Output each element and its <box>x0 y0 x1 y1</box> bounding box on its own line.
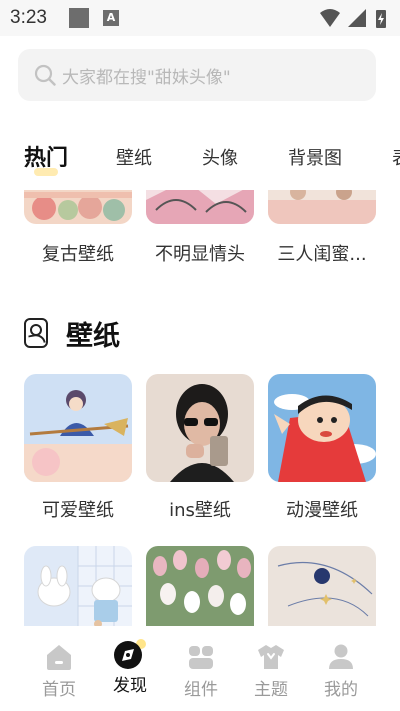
status-indicators <box>320 9 386 28</box>
profile-icon <box>329 644 353 669</box>
card-image-ins[interactable] <box>146 374 254 482</box>
widgets-icon <box>189 646 213 669</box>
tab-background[interactable]: 背景图 <box>288 144 342 170</box>
search-icon <box>34 64 56 86</box>
card-label: ins壁纸 <box>169 500 231 521</box>
card-label: 三人闺蜜... <box>277 244 367 265</box>
card-image-bestie[interactable] <box>268 190 376 224</box>
card-label: 可爱壁纸 <box>42 500 114 521</box>
wallpaper-icon <box>24 318 48 348</box>
status-bar: 3:23 A <box>0 0 400 36</box>
card-label: 不明显情头 <box>155 244 245 265</box>
signal-icon <box>348 9 366 27</box>
bottom-nav: 首页 发现 组件 主题 我的 <box>0 628 400 711</box>
nav-label: 组件 <box>184 680 218 700</box>
card-image-tulips[interactable] <box>146 546 254 626</box>
tab-more[interactable]: 表 <box>392 144 400 170</box>
section-title: 壁纸 <box>66 321 120 352</box>
card-image-retro[interactable] <box>24 190 132 224</box>
nav-label: 我的 <box>324 680 358 700</box>
app-notification-icon: A <box>103 10 119 26</box>
theme-shirt-icon <box>258 645 284 669</box>
discover-icon <box>114 639 146 669</box>
tab-avatar[interactable]: 头像 <box>202 144 238 170</box>
card-image-anime[interactable] <box>268 374 376 482</box>
card-image-couple[interactable] <box>146 190 254 224</box>
home-icon <box>47 645 71 670</box>
nav-label: 主题 <box>254 680 288 700</box>
content-scroll[interactable]: 复古壁纸 不明显情头 三人闺蜜... 壁纸 可爱壁纸 ins壁纸 动漫壁纸 <box>0 190 400 626</box>
nav-discover[interactable]: 发现 <box>100 639 160 696</box>
search-bar[interactable]: 大家都在搜"甜妹头像" <box>18 49 376 101</box>
tab-hot[interactable]: 热门 <box>24 140 68 172</box>
nav-widgets[interactable]: 组件 <box>171 642 231 700</box>
card-label: 复古壁纸 <box>42 244 114 265</box>
card-image-cute[interactable] <box>24 374 132 482</box>
notification-square-icon <box>69 8 89 28</box>
card-label: 动漫壁纸 <box>286 500 358 521</box>
nav-home[interactable]: 首页 <box>29 642 89 700</box>
wifi-icon <box>320 9 340 27</box>
nav-label: 发现 <box>113 676 147 696</box>
nav-profile[interactable]: 我的 <box>311 642 371 700</box>
category-tabs: 热门 壁纸 头像 背景图 表 <box>0 134 400 182</box>
card-image-bunny[interactable] <box>24 546 132 626</box>
nav-label: 首页 <box>42 680 76 700</box>
search-placeholder: 大家都在搜"甜妹头像" <box>62 68 231 88</box>
tab-wallpaper[interactable]: 壁纸 <box>116 144 152 170</box>
status-time: 3:23 <box>10 7 47 28</box>
card-image-planet[interactable] <box>268 546 376 626</box>
nav-theme[interactable]: 主题 <box>241 642 301 700</box>
